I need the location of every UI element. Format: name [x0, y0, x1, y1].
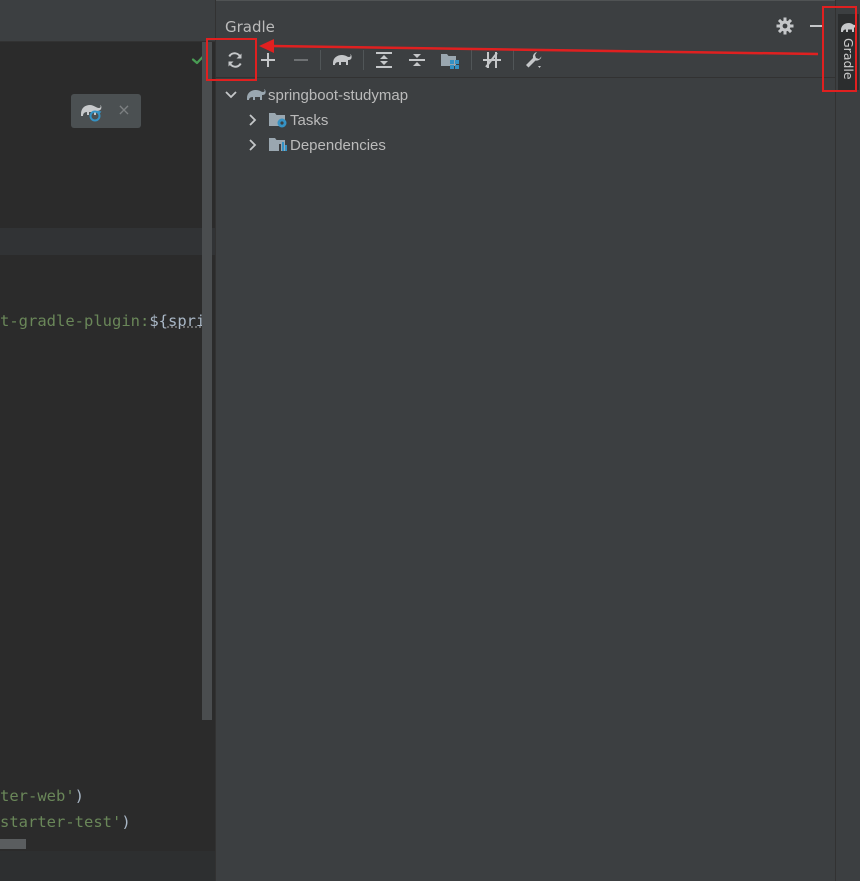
editor-vertical-scrollbar[interactable] — [202, 42, 212, 720]
code-token: ) — [74, 787, 84, 805]
toggle-offline-mode-button[interactable] — [478, 46, 506, 74]
execute-gradle-task-button[interactable] — [328, 46, 356, 74]
collapse-all-button[interactable] — [403, 46, 431, 74]
editor-breadcrumb-bar — [0, 0, 215, 42]
code-token: ${ — [149, 312, 168, 330]
chevron-down-icon[interactable] — [224, 88, 238, 102]
code-token: starter-test' — [0, 813, 122, 831]
divider — [0, 41, 215, 42]
unlink-gradle-project-button[interactable] — [287, 46, 315, 74]
toolbar-separator — [363, 50, 364, 70]
right-tool-window-strip: Gradle — [835, 0, 860, 881]
toolbar-separator — [471, 50, 472, 70]
offline-mode-icon — [483, 52, 501, 68]
code-line[interactable]: starter-test') — [0, 812, 131, 832]
load-gradle-changes-popup: × — [71, 94, 141, 128]
annotation-highlight-reload-button — [206, 38, 257, 81]
chevron-right-icon[interactable] — [246, 113, 260, 127]
gradle-project-icon — [247, 89, 266, 100]
code-line[interactable]: ter-web') — [0, 786, 84, 806]
editor-status-area — [0, 851, 215, 881]
close-popup-button[interactable]: × — [115, 100, 133, 120]
tree-node-project[interactable]: springboot-studymap — [224, 83, 408, 107]
code-token: t-gradle-plugin: — [0, 312, 150, 330]
tool-window-header: Gradle — [216, 0, 836, 40]
code-token: ) — [121, 813, 131, 831]
gradle-sync-icon[interactable] — [79, 100, 103, 122]
annotation-highlight-gradle-tab — [822, 6, 857, 92]
current-line-highlight — [0, 228, 215, 255]
project-name: springboot-studymap — [268, 86, 409, 104]
expand-all-icon — [376, 52, 392, 68]
wrench-icon — [526, 52, 542, 68]
minus-icon — [294, 59, 308, 61]
gradle-tool-window: Gradle springboot-studymap Tasks Depende… — [215, 0, 836, 881]
tree-label-tasks: Tasks — [290, 111, 329, 129]
expand-all-button[interactable] — [370, 46, 398, 74]
collapse-all-icon — [409, 54, 425, 66]
tree-node-tasks[interactable]: Tasks — [246, 108, 328, 132]
gradle-toolbar — [216, 42, 836, 78]
plus-icon — [261, 53, 275, 67]
code-editor[interactable]: × t-gradle-plugin:${spri ter-web') start… — [0, 0, 215, 881]
tree-label-dependencies: Dependencies — [290, 136, 386, 154]
tool-window-title: Gradle — [225, 18, 275, 36]
gradle-elephant-icon — [333, 54, 352, 65]
gear-icon[interactable] — [776, 17, 794, 35]
build-tool-settings-button[interactable] — [520, 46, 548, 74]
chevron-right-icon[interactable] — [246, 138, 260, 152]
code-line[interactable]: t-gradle-plugin:${spri — [0, 311, 205, 331]
toolbar-separator — [513, 50, 514, 70]
code-token: ter-web' — [0, 787, 75, 805]
toolbar-separator — [320, 50, 321, 70]
dependency-analyzer-icon — [441, 54, 459, 69]
code-token: spri — [167, 312, 206, 330]
dependencies-folder-icon — [269, 138, 287, 151]
add-gradle-project-button[interactable] — [254, 46, 282, 74]
editor-horizontal-scrollbar[interactable] — [0, 839, 26, 849]
tasks-folder-icon — [269, 113, 287, 128]
tree-node-dependencies[interactable]: Dependencies — [246, 133, 386, 157]
analyze-dependencies-button[interactable] — [436, 46, 464, 74]
